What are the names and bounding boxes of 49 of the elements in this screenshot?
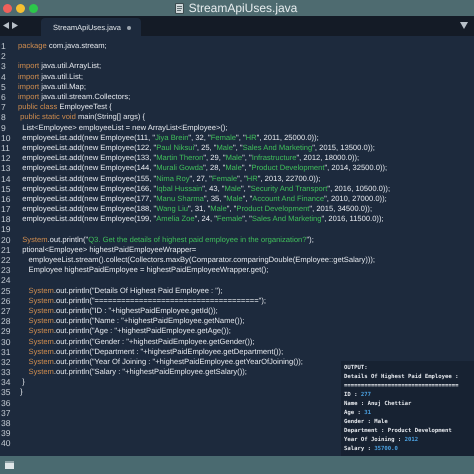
line-number: 9 [0, 122, 7, 133]
line-number: 26 [0, 296, 12, 306]
line-number: 12 [0, 153, 12, 164]
line-number: 31 [0, 346, 12, 357]
line-number: 30 [0, 336, 12, 347]
line-number: 6 [0, 92, 7, 102]
line-number: 15 [0, 184, 12, 194]
line-number: 1 [0, 41, 7, 52]
maximize-icon[interactable] [29, 4, 38, 12]
line-number: 17 [0, 204, 12, 214]
line-number: 40 [0, 438, 12, 448]
line-number: 22 [0, 255, 12, 266]
line-number: 5 [0, 82, 7, 92]
line-number: 2 [0, 51, 7, 62]
dropdown-icon[interactable] [460, 22, 468, 29]
line-number: 13 [0, 163, 12, 174]
line-number: 38 [0, 418, 12, 428]
line-number: 24 [0, 275, 12, 286]
back-icon[interactable] [3, 22, 9, 29]
close-icon[interactable] [3, 4, 12, 12]
line-number: 29 [0, 326, 12, 336]
line-number: 19 [0, 224, 12, 234]
line-number: 23 [0, 265, 12, 276]
line-number: 4 [0, 72, 7, 82]
line-number: 11 [0, 142, 11, 153]
line-number: 37 [0, 408, 12, 418]
line-number: 3 [0, 61, 7, 72]
window-title: StreamApiUses.java [188, 1, 298, 15]
console-icon[interactable] [5, 461, 14, 469]
line-number: 36 [0, 398, 12, 408]
line-number: 35 [0, 387, 12, 398]
line-number: 28 [0, 316, 12, 326]
document-icon [174, 2, 184, 14]
line-number: 39 [0, 428, 12, 438]
line-number: 16 [0, 194, 12, 204]
forward-icon[interactable] [12, 22, 18, 29]
line-number: 25 [0, 286, 12, 296]
line-number: 20 [0, 234, 12, 245]
line-number: 18 [0, 214, 12, 224]
line-number: 34 [0, 377, 12, 388]
line-number: 21 [0, 244, 12, 255]
line-number: 32 [0, 356, 12, 367]
line-number: 8 [0, 112, 7, 122]
line-number: 7 [0, 102, 7, 112]
line-number: 27 [0, 306, 12, 316]
minimize-icon[interactable] [16, 4, 25, 12]
line-number: 14 [0, 174, 12, 184]
line-number: 33 [0, 367, 12, 378]
line-number: 10 [0, 132, 12, 143]
